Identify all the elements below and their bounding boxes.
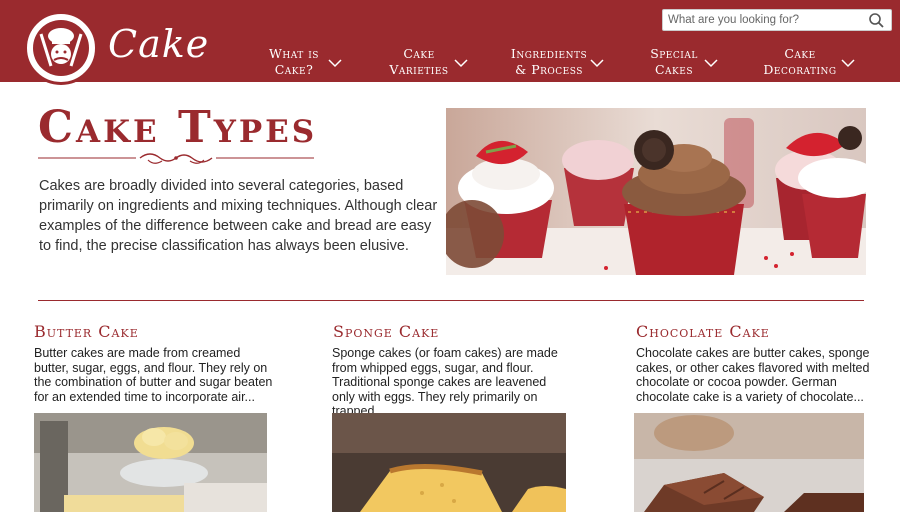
- chevron-down-icon: [454, 59, 468, 68]
- card-desc-sponge-cake: Sponge cakes (or foam cakes) are made fr…: [332, 346, 558, 418]
- ornament-divider-icon: [38, 153, 314, 164]
- nav-item-label-line2: Varieties: [389, 62, 449, 77]
- butter-cake-image[interactable]: [34, 413, 267, 512]
- nav-item-label-line2: & Process: [515, 62, 583, 77]
- card-title-butter-cake[interactable]: Butter Cake: [34, 322, 139, 341]
- chevron-down-icon: [704, 59, 718, 68]
- nav-item-label-line2: Decorating: [763, 62, 837, 77]
- chevron-down-icon: [590, 59, 604, 68]
- card-title-sponge-cake[interactable]: Sponge Cake: [333, 322, 439, 341]
- nav-item-label-line2: Cake?: [274, 62, 314, 77]
- card-desc-chocolate-cake: Chocolate cakes are butter cakes, sponge…: [636, 346, 870, 404]
- nav-item-cake-decorating[interactable]: Cake Decorating: [760, 46, 855, 78]
- nav-item-special-cakes[interactable]: Special Cakes: [646, 46, 718, 78]
- site-header: Cake What is Cake? Cake Varieties Ingred…: [0, 0, 900, 85]
- search-input[interactable]: [668, 12, 858, 28]
- section-divider: [38, 300, 864, 301]
- intro-text: Cakes are broadly divided into several c…: [39, 178, 438, 254]
- chevron-down-icon: [841, 59, 855, 68]
- card-desc-butter-cake: Butter cakes are made from creamed butte…: [34, 346, 273, 404]
- nav-item-what-is-cake[interactable]: What is Cake?: [262, 46, 342, 78]
- nav-item-label-line1: Special: [650, 46, 698, 61]
- chef-logo[interactable]: [24, 11, 98, 85]
- nav-item-label-line2: Cakes: [654, 62, 694, 77]
- nav-item-label-line1: What is: [269, 46, 319, 61]
- nav-item-label-line1: Cake: [403, 46, 435, 61]
- sponge-cake-image[interactable]: [332, 413, 566, 512]
- nav-item-label-line1: Ingredients: [510, 46, 588, 61]
- chocolate-cake-image[interactable]: [634, 413, 864, 512]
- search-box: [662, 9, 892, 31]
- chef-logo-icon: [33, 20, 89, 76]
- nav-item-cake-varieties[interactable]: Cake Varieties: [386, 46, 468, 78]
- cupcakes-hero-image: [446, 108, 866, 275]
- card-title-chocolate-cake[interactable]: Chocolate Cake: [636, 322, 770, 341]
- search-icon[interactable]: [868, 12, 885, 29]
- chevron-down-icon: [328, 59, 342, 68]
- brand-name[interactable]: Cake: [108, 22, 209, 66]
- nav-item-label-line1: Cake: [784, 46, 816, 61]
- page-title: Cake Types: [38, 102, 318, 153]
- nav-item-ingredients-process[interactable]: Ingredients & Process: [508, 46, 604, 78]
